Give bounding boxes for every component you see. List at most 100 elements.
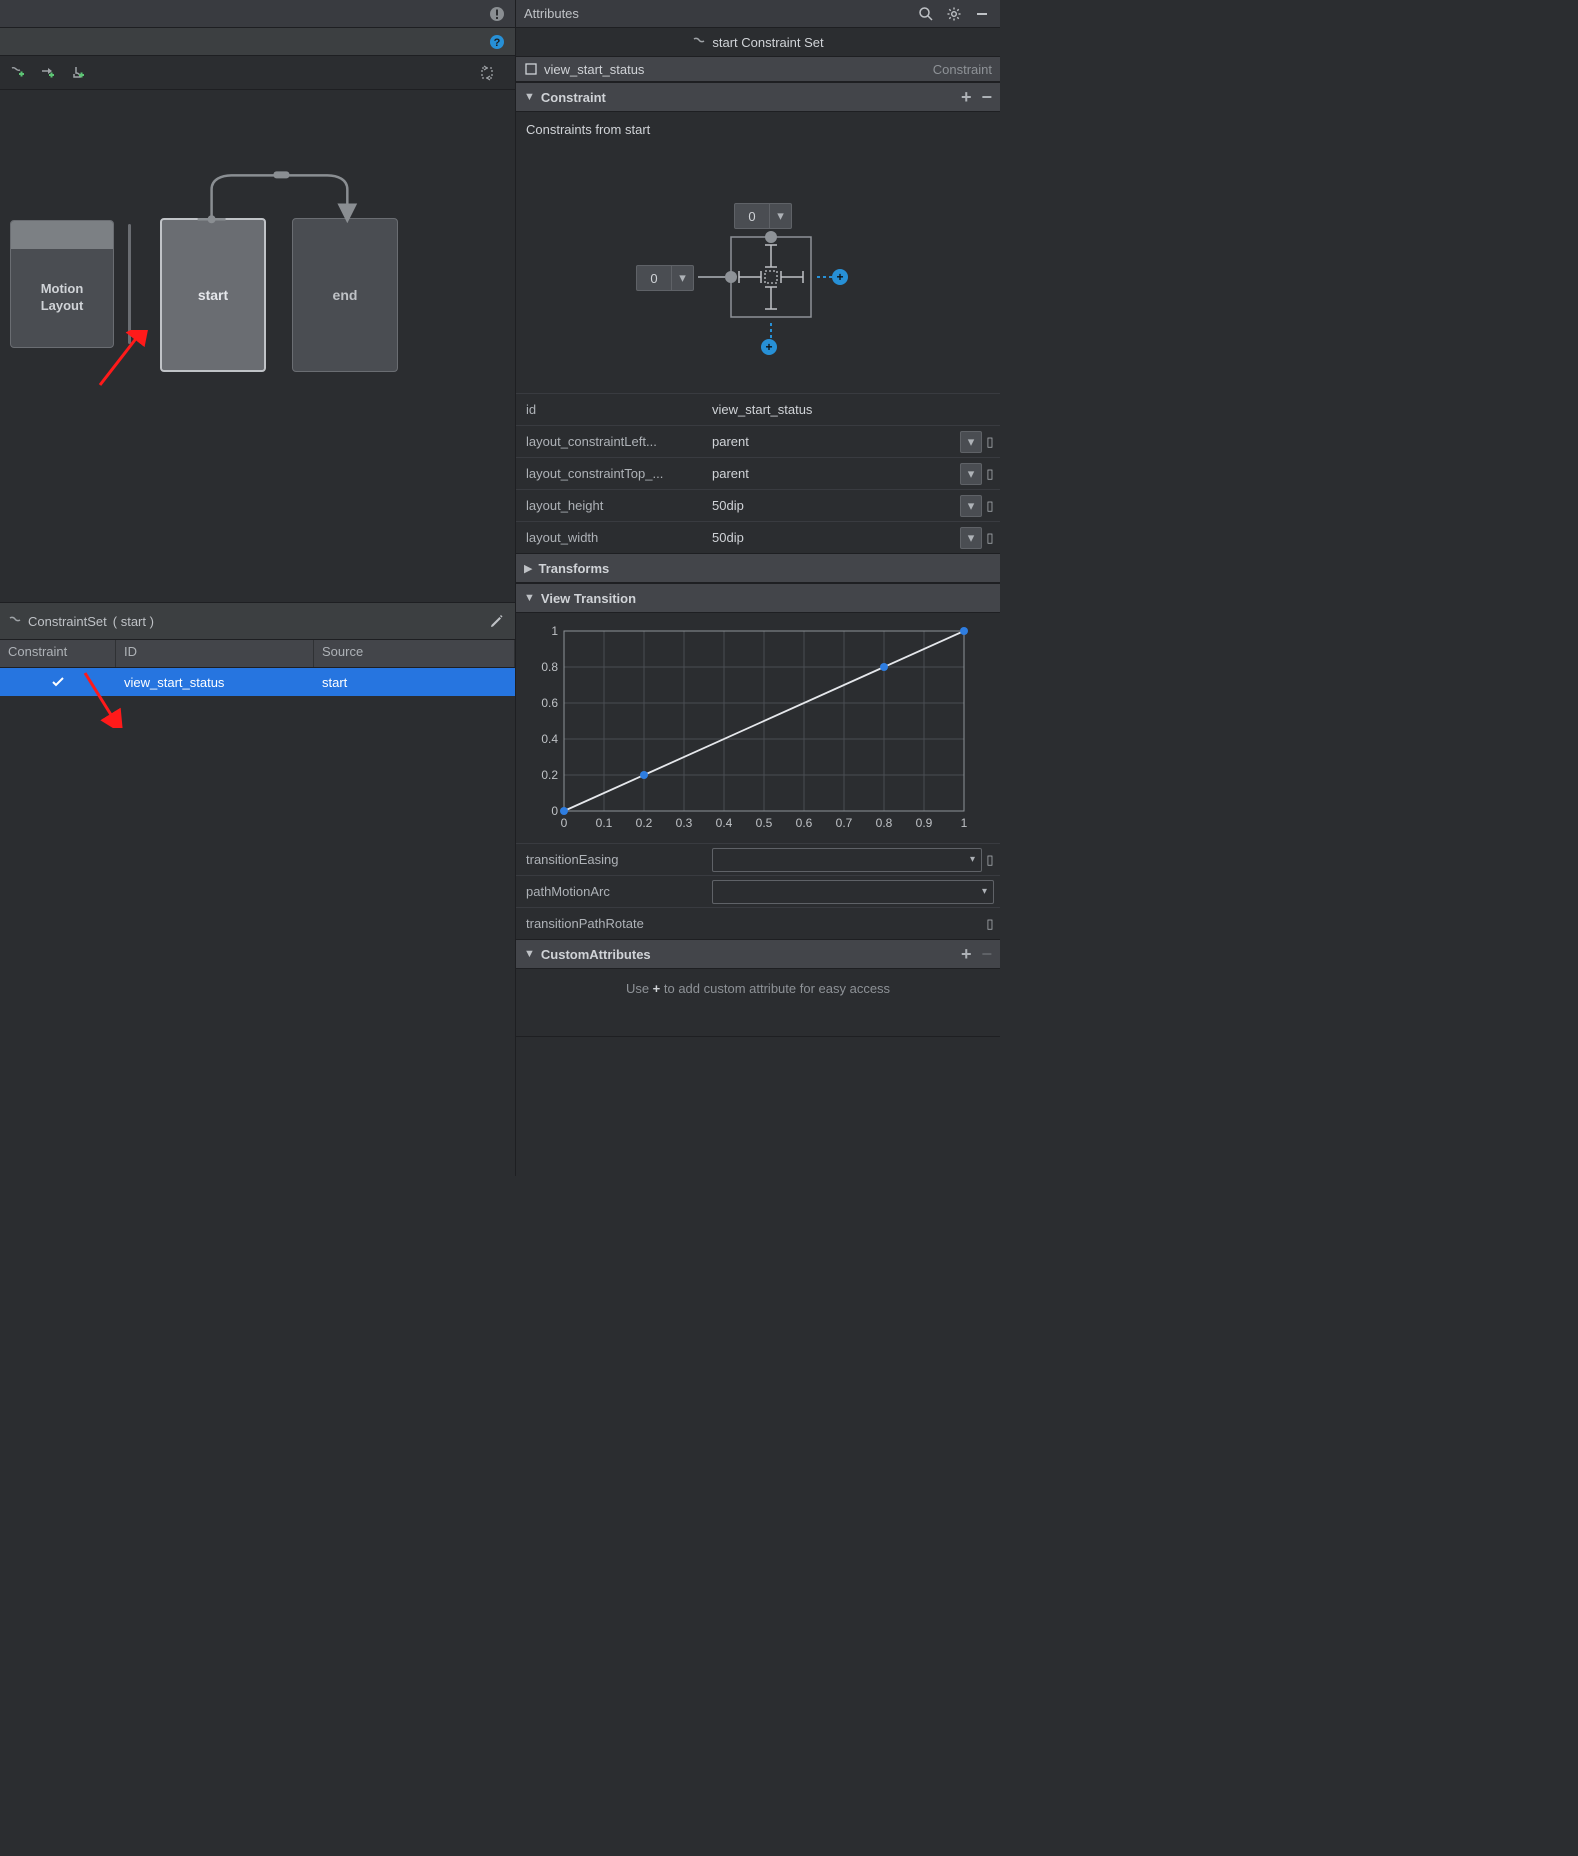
svg-text:0.6: 0.6: [541, 696, 558, 710]
attr-key: layout_width: [516, 530, 706, 545]
constraint-subtitle: Constraints from start: [526, 122, 990, 137]
attributes-header: Attributes: [516, 0, 1000, 28]
caret-down-icon: ▼: [524, 592, 535, 604]
motion-toolbar: [0, 56, 515, 90]
minimize-icon[interactable]: [972, 4, 992, 24]
easing-chart[interactable]: 00.10.20.30.40.50.60.70.80.9100.20.40.60…: [530, 625, 970, 835]
state-start-card[interactable]: start: [160, 218, 266, 372]
more-icon[interactable]: ▯: [986, 495, 994, 517]
attributes-subheader: start Constraint Set: [516, 28, 1000, 56]
col-id: ID: [116, 640, 314, 667]
transforms-title: Transforms: [538, 561, 992, 576]
svg-text:0.8: 0.8: [876, 816, 893, 830]
svg-text:0.5: 0.5: [756, 816, 773, 830]
more-icon[interactable]: ▯: [986, 463, 994, 485]
issues-icon[interactable]: [487, 4, 507, 24]
remove-icon: −: [981, 944, 992, 965]
svg-text:?: ?: [494, 37, 501, 49]
svg-text:0.4: 0.4: [716, 816, 733, 830]
checkmark-icon: [50, 674, 66, 690]
create-constraintset-icon[interactable]: [8, 63, 28, 83]
state-end-label: end: [333, 287, 358, 303]
row-id: view_start_status: [116, 668, 314, 696]
chevron-down-icon[interactable]: ▾: [960, 463, 982, 485]
attr-id-value[interactable]: view_start_status: [712, 402, 994, 417]
cs-table-body: view_start_status start: [0, 668, 515, 1176]
add-constraint-bottom-icon[interactable]: +: [761, 339, 777, 355]
more-icon[interactable]: ▯: [986, 431, 994, 453]
constraint-widget[interactable]: ▾ ▾ + +: [526, 147, 990, 387]
constraint-section-title: Constraint: [541, 90, 961, 105]
create-touch-icon[interactable]: [68, 63, 88, 83]
chevron-down-icon[interactable]: ▾: [960, 527, 982, 549]
help-toolbar: ?: [0, 28, 515, 56]
transforms-section-header[interactable]: ▶ Transforms: [516, 553, 1000, 583]
remove-icon[interactable]: −: [981, 87, 992, 108]
constraint-icon: [692, 35, 706, 49]
view-icon: [524, 62, 538, 76]
state-start-label: start: [198, 287, 228, 303]
attr-width-value[interactable]: 50dip: [712, 530, 956, 545]
crumb-view: view_start_status: [544, 62, 644, 77]
col-constraint: Constraint: [0, 640, 116, 667]
create-transition-icon[interactable]: [38, 63, 58, 83]
easing-select[interactable]: ▾: [712, 848, 982, 872]
motion-canvas[interactable]: Motion Layout start end: [0, 90, 515, 602]
attr-top-value[interactable]: parent: [712, 466, 956, 481]
constraint-section-header[interactable]: ▼ Constraint + −: [516, 82, 1000, 112]
state-end-card[interactable]: end: [292, 218, 398, 372]
help-icon[interactable]: ?: [487, 32, 507, 52]
constraint-attr-table: id view_start_status layout_constraintLe…: [516, 393, 1000, 553]
cs-table-header: Constraint ID Source: [0, 640, 515, 668]
motion-layout-card[interactable]: Motion Layout: [10, 220, 114, 348]
view-transition-header[interactable]: ▼ View Transition: [516, 583, 1000, 613]
chevron-down-icon[interactable]: ▾: [769, 204, 791, 228]
surface-cycle-icon[interactable]: [477, 63, 497, 83]
arc-select[interactable]: ▾: [712, 880, 994, 904]
attributes-label: Attributes: [524, 6, 908, 21]
svg-text:0.4: 0.4: [541, 732, 558, 746]
more-icon[interactable]: ▯: [986, 913, 994, 935]
constraint-top-input[interactable]: ▾: [734, 203, 792, 229]
svg-text:0.2: 0.2: [636, 816, 653, 830]
svg-text:1: 1: [551, 625, 558, 638]
attr-height-value[interactable]: 50dip: [712, 498, 956, 513]
view-transition-title: View Transition: [541, 591, 992, 606]
constraint-left-value[interactable]: [637, 271, 671, 286]
attr-key: transitionEasing: [516, 852, 706, 867]
rotate-input[interactable]: [712, 912, 982, 936]
constraint-set-header: ConstraintSet ( start ): [0, 602, 515, 640]
transition-attr-table: transitionEasing ▾ ▯ pathMotionArc ▾ tra…: [516, 843, 1000, 939]
custom-section-header[interactable]: ▼ CustomAttributes + −: [516, 939, 1000, 969]
divider: [128, 224, 131, 344]
svg-text:1: 1: [961, 816, 968, 830]
svg-text:0.7: 0.7: [836, 816, 853, 830]
constraint-left-input[interactable]: ▾: [636, 265, 694, 291]
gear-icon[interactable]: [944, 4, 964, 24]
chevron-down-icon[interactable]: ▾: [960, 431, 982, 453]
svg-text:0: 0: [551, 804, 558, 818]
attr-key: layout_constraintLeft...: [516, 434, 706, 449]
chevron-down-icon[interactable]: ▾: [671, 266, 693, 290]
add-constraint-right-icon[interactable]: +: [832, 269, 848, 285]
attr-key: transitionPathRotate: [516, 916, 706, 931]
crumb-kind: Constraint: [933, 62, 992, 77]
add-icon[interactable]: +: [961, 87, 972, 108]
attr-key: layout_constraintTop_...: [516, 466, 706, 481]
attributes-subtitle: start Constraint Set: [712, 35, 823, 50]
add-icon[interactable]: +: [961, 944, 972, 965]
attr-key: id: [516, 402, 706, 417]
chevron-down-icon[interactable]: ▾: [960, 495, 982, 517]
svg-text:0.9: 0.9: [916, 816, 933, 830]
attr-left-value[interactable]: parent: [712, 434, 956, 449]
edit-icon[interactable]: [487, 611, 507, 631]
svg-text:0.8: 0.8: [541, 660, 558, 674]
constraint-top-value[interactable]: [735, 209, 769, 224]
more-icon[interactable]: ▯: [986, 849, 994, 871]
attr-key: pathMotionArc: [516, 884, 706, 899]
cs-title-prefix: ConstraintSet: [28, 614, 107, 629]
search-icon[interactable]: [916, 4, 936, 24]
breadcrumb: view_start_status Constraint: [516, 56, 1000, 82]
caret-down-icon: ▼: [524, 948, 535, 960]
more-icon[interactable]: ▯: [986, 527, 994, 549]
